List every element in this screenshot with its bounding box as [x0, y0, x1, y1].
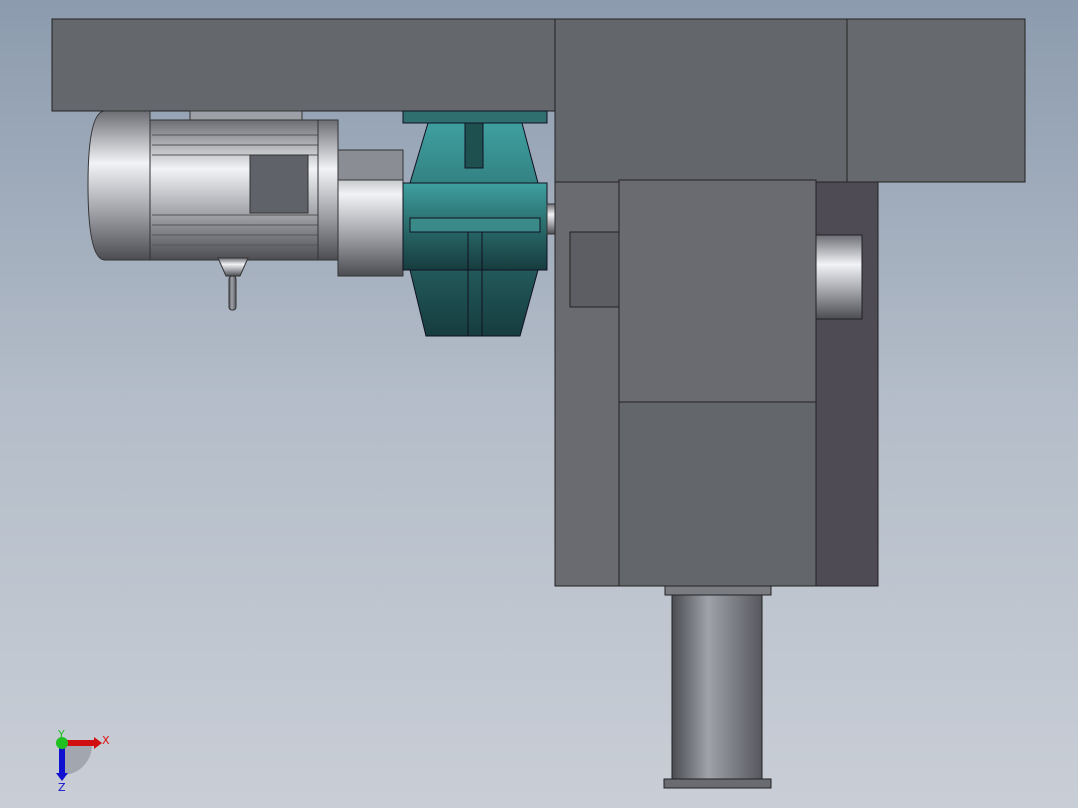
y-axis-label: Y — [57, 728, 65, 741]
z-axis-arrow — [59, 745, 65, 773]
cad-viewport[interactable]: X Y Z — [0, 0, 1078, 808]
gearbox — [554, 179, 879, 587]
adapter-flange — [337, 149, 404, 277]
output-shaft — [663, 585, 772, 789]
axis-triad: X Y Z — [56, 728, 110, 794]
motor — [87, 110, 339, 311]
z-axis-label: Z — [58, 781, 66, 794]
x-axis-label: X — [102, 734, 110, 747]
coupling — [402, 110, 548, 337]
